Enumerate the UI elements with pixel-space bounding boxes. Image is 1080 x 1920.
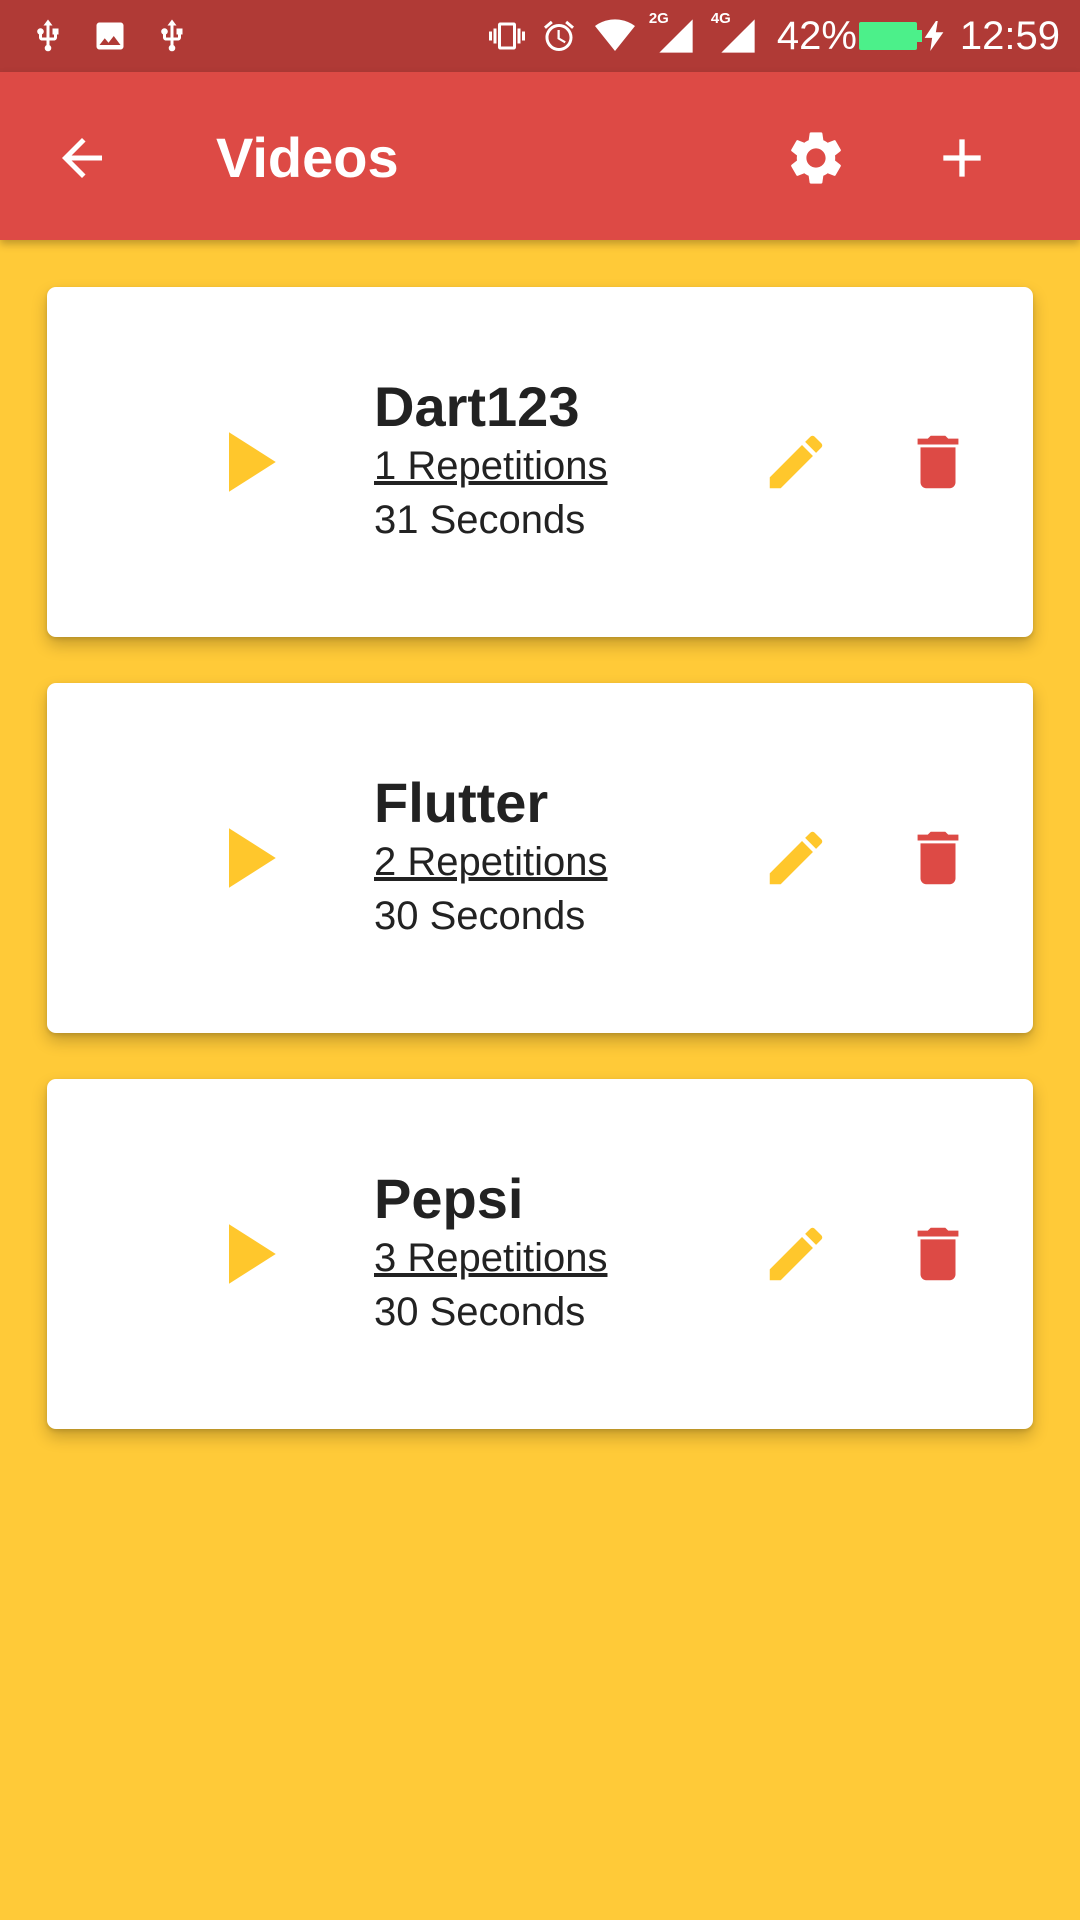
- delete-trash-icon[interactable]: [903, 427, 973, 497]
- video-repetitions-link[interactable]: 2 Repetitions: [374, 835, 607, 889]
- battery-icon: [858, 21, 944, 51]
- usb-icon: [37, 19, 59, 52]
- signal-4g-label: 4G: [710, 10, 731, 27]
- video-info: Dart123 1 Repetitions 31 Seconds: [374, 375, 607, 547]
- play-icon[interactable]: [195, 1203, 297, 1305]
- video-duration: 30 Seconds: [374, 1290, 586, 1334]
- battery-percent: 42%: [776, 13, 857, 58]
- signal-2g-icon: 2G: [649, 10, 699, 56]
- video-name: Dart123: [374, 375, 580, 438]
- signal-2g-label: 2G: [648, 10, 669, 27]
- edit-pencil-icon[interactable]: [761, 823, 831, 893]
- video-duration: 31 Seconds: [374, 498, 586, 542]
- video-info: Pepsi 3 Repetitions 30 Seconds: [374, 1167, 607, 1339]
- app-bar: Videos: [0, 72, 1080, 240]
- video-name: Pepsi: [374, 1167, 524, 1230]
- edit-pencil-icon[interactable]: [761, 1219, 831, 1289]
- status-bar: 2G 4G 42% 12:59: [0, 0, 1080, 72]
- add-icon[interactable]: [930, 126, 994, 190]
- edit-pencil-icon[interactable]: [761, 427, 831, 497]
- video-repetitions-link[interactable]: 3 Repetitions: [374, 1231, 607, 1285]
- video-info: Flutter 2 Repetitions 30 Seconds: [374, 771, 607, 943]
- play-icon[interactable]: [195, 807, 297, 909]
- back-arrow-icon[interactable]: [52, 128, 112, 188]
- status-bar-notifications: [30, 14, 190, 58]
- alarm-icon: [543, 20, 574, 51]
- video-name: Flutter: [374, 771, 549, 834]
- signal-4g-icon: 4G: [711, 10, 761, 56]
- usb-icon: [161, 19, 183, 52]
- video-repetitions-link[interactable]: 1 Repetitions: [374, 439, 607, 493]
- play-icon[interactable]: [195, 411, 297, 513]
- image-icon: [96, 22, 124, 50]
- status-bar-system: 2G 4G 42% 12:59: [488, 10, 1060, 58]
- delete-trash-icon[interactable]: [903, 1219, 973, 1289]
- video-card: Dart123 1 Repetitions 31 Seconds: [47, 287, 1033, 637]
- video-card: Flutter 2 Repetitions 30 Seconds: [47, 683, 1033, 1033]
- vibrate-icon: [488, 22, 525, 50]
- settings-gear-icon[interactable]: [784, 126, 848, 190]
- clock: 12:59: [959, 13, 1060, 58]
- delete-trash-icon[interactable]: [903, 823, 973, 893]
- video-duration: 30 Seconds: [374, 894, 586, 938]
- wifi-icon: [594, 19, 635, 51]
- video-card: Pepsi 3 Repetitions 30 Seconds: [47, 1079, 1033, 1429]
- page-title: Videos: [216, 126, 399, 189]
